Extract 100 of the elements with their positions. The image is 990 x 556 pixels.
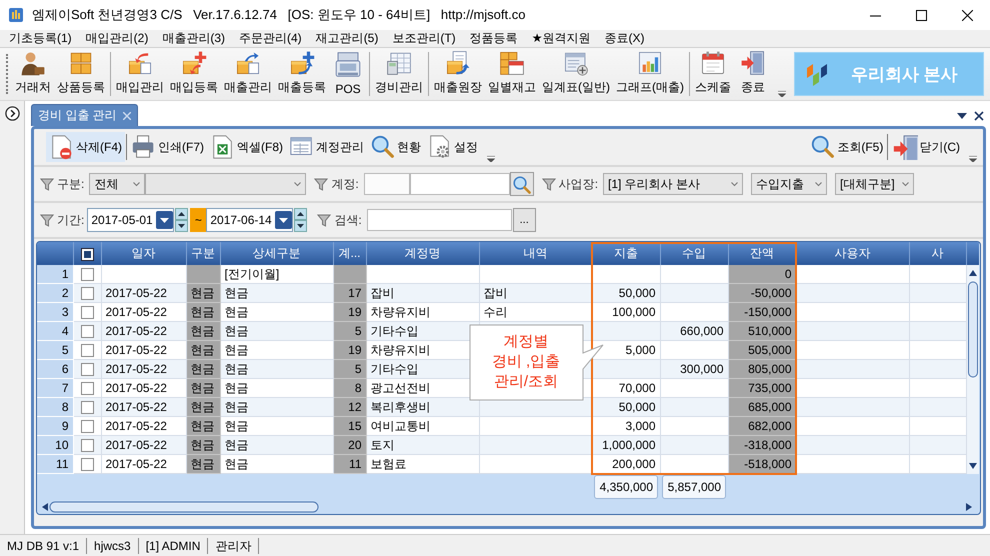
menu-item[interactable]: 매입관리(2)	[78, 30, 156, 47]
toolbar-button[interactable]: 닫기(C)	[889, 132, 963, 162]
search-icon	[512, 174, 532, 194]
overflow-icon[interactable]	[969, 156, 977, 162]
toolbar-button[interactable]: 매출관리	[221, 48, 275, 100]
dropdown-icon[interactable]	[156, 211, 174, 229]
tab[interactable]: 경비 입출 관리	[31, 104, 138, 126]
date-field[interactable]: 2017-05-01	[87, 208, 174, 232]
column-header[interactable]: 일자	[101, 242, 186, 265]
dropdown-icon[interactable]	[275, 211, 292, 229]
menu-item[interactable]: 정품등록	[462, 30, 525, 47]
table-cell	[909, 284, 966, 302]
checkbox[interactable]	[80, 287, 94, 300]
table-cell: 잡비	[479, 284, 592, 302]
browse-button[interactable]: ...	[512, 208, 536, 232]
table-cell: 2017-05-22	[101, 322, 186, 340]
toolbar-button[interactable]: 계정관리	[286, 132, 367, 162]
toolbar-button[interactable]: 상품등록	[54, 48, 108, 100]
table-cell	[909, 360, 966, 378]
callout: 계정별 경비 ,입출 관리/조회	[469, 324, 605, 402]
overflow-icon[interactable]	[487, 156, 495, 162]
toolbar-button[interactable]: 조회(F5)	[807, 132, 886, 162]
input-field[interactable]	[366, 209, 512, 231]
toolbar-button[interactable]: 인쇄(F7)	[128, 132, 207, 162]
table-cell: 2017-05-22	[101, 340, 186, 360]
toolbar-button[interactable]: 거래처	[12, 48, 54, 100]
menu-item[interactable]: 종료(X)	[597, 30, 652, 47]
table-cell: 수리	[479, 302, 592, 322]
column-header[interactable]: 계...	[333, 242, 366, 265]
maximize-button[interactable]	[916, 10, 926, 20]
dropdown[interactable]	[145, 173, 306, 195]
dropdown[interactable]: [대체구분]	[835, 173, 914, 195]
dropdown[interactable]: 전체	[89, 173, 146, 195]
checkbox[interactable]	[80, 306, 94, 320]
row-number: 7	[37, 378, 73, 398]
scrollbar[interactable]	[37, 500, 978, 514]
toolbar-button[interactable]: 엑셀(F8)	[207, 132, 286, 162]
toolbar-button[interactable]: 그래프(매출)	[613, 48, 687, 100]
toolbar-button[interactable]: 매출등록	[275, 48, 329, 100]
checkbox[interactable]	[80, 420, 94, 434]
menu-item[interactable]: 주문관리(4)	[232, 30, 309, 47]
checkbox[interactable]	[80, 248, 94, 261]
column-header[interactable]: 사	[909, 242, 966, 265]
table-cell	[909, 416, 966, 436]
row-number: 3	[37, 302, 73, 322]
toolbar-button[interactable]: 삭제(F4)	[46, 132, 125, 162]
toolbar-button[interactable]: 스케줄	[692, 48, 734, 100]
toolbar-button[interactable]: 일별재고	[485, 48, 539, 100]
table-cell: 505,000	[728, 340, 796, 360]
checkbox[interactable]	[80, 458, 94, 472]
menu-item[interactable]: 재고관리(5)	[308, 30, 386, 47]
column-header[interactable]: 사용자	[796, 242, 909, 265]
expand-icon[interactable]	[4, 106, 20, 121]
column-header[interactable]: 지출	[592, 242, 660, 265]
column-header[interactable]: 구분	[186, 242, 220, 265]
menu-item[interactable]: 보조관리(T)	[385, 30, 463, 47]
checkbox[interactable]	[80, 268, 94, 282]
close-button[interactable]	[962, 10, 972, 20]
close-icon[interactable]	[974, 110, 984, 120]
checkbox[interactable]	[80, 344, 94, 358]
toolbar-button[interactable]: 현황	[367, 132, 424, 162]
checkbox[interactable]	[80, 401, 94, 414]
toolbar-button[interactable]: 매입관리	[113, 48, 167, 100]
checkbox[interactable]	[80, 382, 94, 396]
column-header[interactable]: 계정명	[366, 242, 479, 265]
scrollbar[interactable]	[966, 265, 978, 474]
filter-label: 구분:	[57, 176, 84, 192]
table-cell	[909, 340, 966, 360]
table-cell: 현금	[186, 416, 220, 436]
input-field[interactable]	[364, 173, 410, 195]
toolbar-button[interactable]: 설정	[424, 132, 481, 162]
column-header[interactable]: 상세구분	[220, 242, 333, 265]
filter-icon	[314, 177, 328, 191]
input-field[interactable]	[410, 173, 510, 195]
date-field[interactable]: 2017-06-14	[206, 208, 294, 232]
toolbar-button[interactable]: 일계표(일반)	[539, 48, 613, 100]
column-header[interactable]: 수입	[660, 242, 728, 265]
checkbox[interactable]	[80, 325, 94, 338]
dropdown-icon[interactable]	[957, 110, 967, 120]
toolbar-button[interactable]: 매출원장	[431, 48, 485, 100]
toolbar-button[interactable]: 경비관리	[372, 48, 426, 100]
spinner-icon[interactable]	[294, 208, 308, 232]
menu-item[interactable]: 기초등록(1)	[2, 30, 79, 47]
row-number: 9	[37, 416, 73, 436]
dropdown[interactable]: [1] 우리회사 본사	[603, 173, 744, 195]
range-separator: ~	[190, 208, 206, 232]
dropdown[interactable]: 수입지출	[751, 173, 828, 195]
overflow-icon[interactable]	[778, 91, 786, 97]
menu-item[interactable]: 매출관리(3)	[155, 30, 232, 47]
table-cell	[333, 265, 366, 284]
toolbar-button[interactable]: 종료	[734, 48, 772, 100]
checkbox[interactable]	[80, 439, 94, 452]
search-button[interactable]	[510, 172, 534, 196]
column-header[interactable]: 내역	[479, 242, 592, 265]
checkbox[interactable]	[80, 363, 94, 376]
caret-icon	[731, 182, 738, 186]
toolbar-button[interactable]: POS	[329, 48, 367, 100]
toolbar-button[interactable]: 매입등록	[167, 48, 221, 100]
spinner-icon[interactable]	[175, 208, 188, 232]
menu-item[interactable]: ★원격지원	[524, 30, 598, 47]
